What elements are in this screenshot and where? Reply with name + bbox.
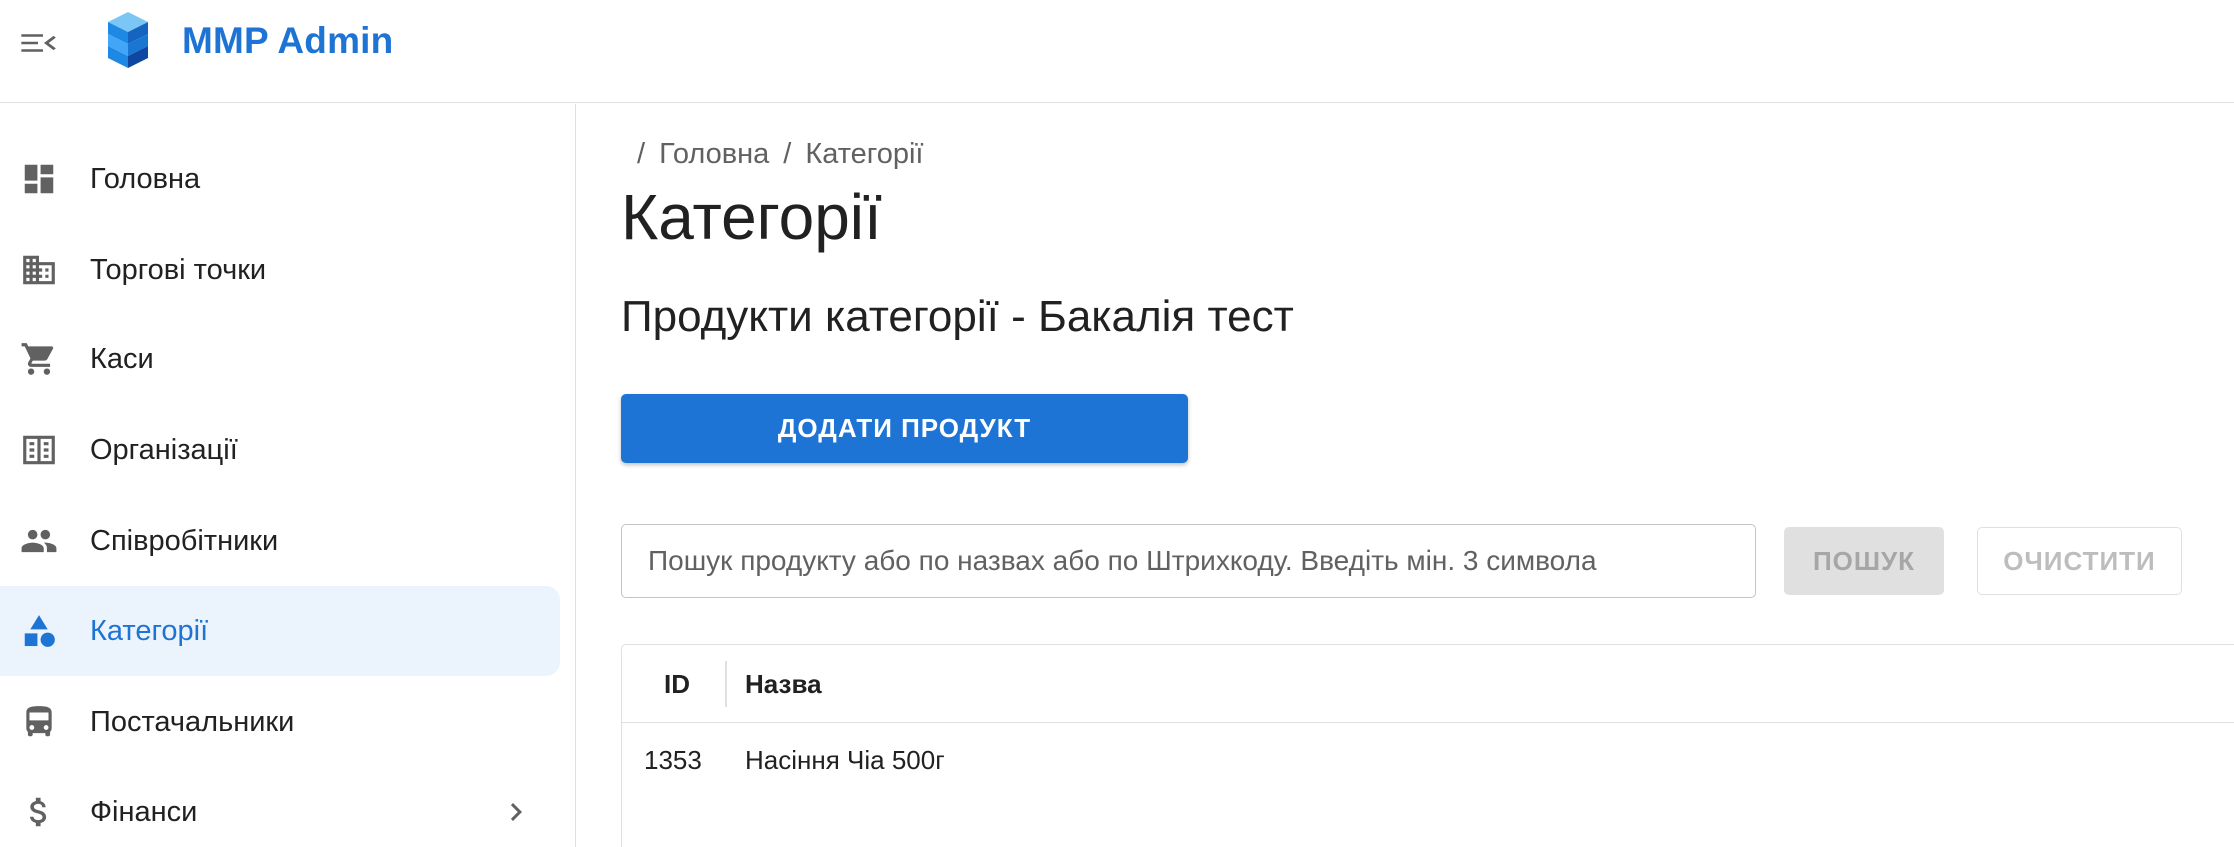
column-separator[interactable] [725,661,727,707]
sidebar-item-label: Каси [90,342,154,375]
search-button[interactable]: ПОШУК [1784,527,1944,595]
breadcrumb-separator: / [783,138,792,170]
column-header-id[interactable]: ID [664,645,690,723]
sidebar-item-label: Організації [90,433,238,466]
sidebar-item-label: Постачальники [90,705,295,738]
sidebar-item-label: Фінанси [90,795,198,828]
breadcrumb-current: Категорії [805,138,924,170]
app-title: MMP Admin [182,20,394,61]
domain-icon [20,251,58,289]
sidebar-item-label: Категорії [90,614,209,647]
search-input[interactable] [621,524,1756,598]
dashboard-icon [20,160,58,198]
breadcrumb-link-home[interactable]: Головна [659,138,769,171]
add-product-button[interactable]: ДОДАТИ ПРОДУКТ [621,394,1188,463]
bus-icon [20,703,58,741]
app-root: MMP Admin Головна Торгові точки Каси Орг… [0,0,2234,847]
sidebar-item-label: Головна [90,162,201,195]
sidebar-item-employees[interactable]: Співробітники [0,496,560,586]
sidebar-item-label: Торгові точки [90,253,267,286]
page-subtitle: Продукти категорії - Бакалія тест [621,292,1294,341]
sidebar-item-home[interactable]: Головна [0,134,560,224]
cell-name: Насіння Чіа 500г [745,744,945,775]
cart-icon [20,340,58,378]
corporate-icon [20,431,58,469]
column-header-name[interactable]: Назва [745,645,822,723]
table-row[interactable]: 1353 Насіння Чіа 500г [622,723,2234,797]
chevron-right-icon [498,794,534,830]
cell-id: 1353 [644,744,702,775]
sidebar-item-registers[interactable]: Каси [0,314,560,404]
sidebar-item-label: Співробітники [90,524,279,557]
main-content: / Головна / Категорії Категорії Продукти… [577,104,2234,847]
sidebar-item-finances[interactable]: Фінанси [0,767,560,847]
products-table: ID Назва 1353 Насіння Чіа 500г [621,644,2234,847]
page-title: Категорії [621,181,882,253]
clear-button[interactable]: ОЧИСТИТИ [1977,527,2182,595]
sidebar-item-outlets[interactable]: Торгові точки [0,225,560,315]
breadcrumb-separator: / [637,138,646,170]
people-icon [20,522,58,560]
sidebar: Головна Торгові точки Каси Організації С… [0,104,576,847]
menu-open-icon[interactable] [18,28,58,58]
breadcrumb: / Головна / Категорії [637,138,923,171]
sidebar-item-organizations[interactable]: Організації [0,405,560,495]
dollar-icon [20,793,58,831]
sidebar-item-categories[interactable]: Категорії [0,586,560,676]
category-icon [20,612,58,650]
top-app-bar: MMP Admin [0,0,2234,103]
sidebar-item-suppliers[interactable]: Постачальники [0,677,560,767]
table-header: ID Назва [622,645,2234,723]
cubes-logo-icon [102,10,154,70]
